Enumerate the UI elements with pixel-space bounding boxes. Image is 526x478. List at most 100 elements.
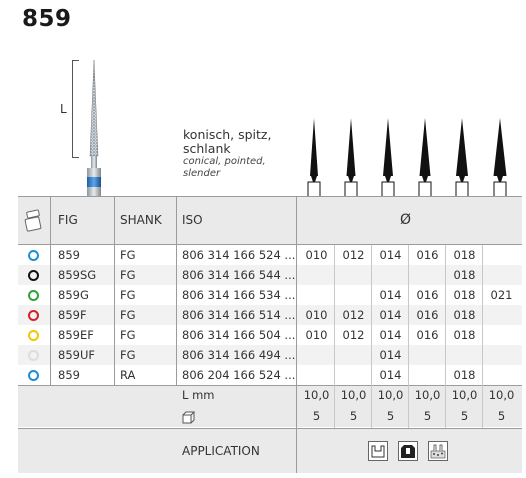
pack-value: 5 xyxy=(349,409,358,423)
bone-icon xyxy=(428,441,448,461)
row-iso: 806 314 166 544 ... xyxy=(182,268,296,282)
length-value: 10,0 xyxy=(451,388,478,402)
product-table: FIG SHANK ISO Ø 859 FG 806 314 166 524 ...… xyxy=(18,196,522,473)
length-value: 10,0 xyxy=(303,388,330,402)
header-divider xyxy=(18,244,522,245)
col-divider-iso xyxy=(296,197,297,473)
length-value: 10,0 xyxy=(340,388,367,402)
ring-color-icon xyxy=(28,290,39,301)
bur-silhouette-3 xyxy=(381,118,395,199)
bur-header-icon xyxy=(24,209,42,237)
row-iso: 806 314 166 534 ... xyxy=(182,288,296,302)
header-fig: FIG xyxy=(58,213,78,227)
shape-description: konisch, spitz, schlank conical, pointed… xyxy=(183,128,271,180)
row-size: 014 xyxy=(379,328,402,342)
row-size: 016 xyxy=(416,328,439,342)
row-size: 014 xyxy=(379,288,402,302)
row-fig: 859F xyxy=(58,308,87,322)
bur-illustration xyxy=(78,58,110,198)
ring-color-icon xyxy=(28,250,39,261)
bur-silhouette-5 xyxy=(455,118,469,199)
pack-value: 5 xyxy=(423,409,432,423)
row-fig: 859 xyxy=(58,248,80,262)
row-fig: 859 xyxy=(58,368,80,382)
col-divider-shank xyxy=(176,197,177,385)
row-shank: FG xyxy=(120,288,136,302)
size-col-divider xyxy=(371,245,372,428)
header-iso: ISO xyxy=(182,213,203,227)
ring-color-icon xyxy=(28,350,39,361)
row-iso: 806 314 166 514 ... xyxy=(182,308,296,322)
table-row: 859UF FG 806 314 166 494 ... 014 xyxy=(18,345,522,365)
row-iso: 806 314 166 494 ... xyxy=(182,348,296,362)
row-shank: FG xyxy=(120,308,136,322)
row-size: 010 xyxy=(305,248,328,262)
row-iso: 806 204 166 524 ... xyxy=(182,368,296,382)
pack-value: 5 xyxy=(497,409,506,423)
table-row: 859EF FG 806 314 166 504 ... 010 012 014 016 01… xyxy=(18,325,522,345)
table-row: 859SG FG 806 314 166 544 ... 018 xyxy=(18,265,522,285)
header-diameter: Ø xyxy=(400,212,412,228)
bur-silhouette-6 xyxy=(493,118,507,199)
row-size: 014 xyxy=(379,248,402,262)
length-label: L xyxy=(60,102,67,116)
row-size: 014 xyxy=(379,348,402,362)
table-row: 859F FG 806 314 166 514 ... 010 012 014 016 018 xyxy=(18,305,522,325)
row-fig: 859SG xyxy=(58,268,97,282)
description-de-line1: konisch, spitz, xyxy=(183,127,272,142)
row-shank: FG xyxy=(120,348,136,362)
row-shank: FG xyxy=(120,328,136,342)
ring-color-icon xyxy=(28,270,39,281)
row-size: 018 xyxy=(453,288,476,302)
box-icon xyxy=(182,409,196,428)
row-shank: FG xyxy=(120,268,136,282)
ring-color-icon xyxy=(28,310,39,321)
size-col-divider xyxy=(408,245,409,428)
size-col-divider xyxy=(445,245,446,428)
row-fig: 859G xyxy=(58,288,89,302)
table-row: 859 FG 806 314 166 524 ... 010 012 014 016 018 xyxy=(18,245,522,265)
row-size: 016 xyxy=(416,288,439,302)
description-de-line2: schlank xyxy=(183,141,231,156)
length-value: 10,0 xyxy=(377,388,404,402)
col-divider-icon xyxy=(50,197,51,385)
row-iso: 806 314 166 524 ... xyxy=(182,248,296,262)
row-size: 012 xyxy=(342,308,365,322)
row-fig: 859EF xyxy=(58,328,94,342)
ring-color-icon xyxy=(28,330,39,341)
length-value: 10,0 xyxy=(414,388,441,402)
row-size: 010 xyxy=(305,308,328,322)
row-size: 014 xyxy=(379,368,402,382)
size-col-divider xyxy=(334,245,335,428)
row-size: 012 xyxy=(342,328,365,342)
size-silhouettes xyxy=(296,118,522,199)
row-size: 018 xyxy=(453,368,476,382)
application-divider xyxy=(18,428,522,429)
pack-value: 5 xyxy=(312,409,321,423)
pack-value: 5 xyxy=(460,409,469,423)
size-col-divider xyxy=(482,245,483,428)
row-size: 018 xyxy=(453,268,476,282)
row-size: 016 xyxy=(416,248,439,262)
row-size: 016 xyxy=(416,308,439,322)
row-size: 018 xyxy=(453,308,476,322)
length-bracket xyxy=(72,60,79,158)
length-row-label: L mm xyxy=(182,388,215,402)
row-size: 021 xyxy=(490,288,513,302)
cavity-icon xyxy=(368,441,388,461)
lower-divider xyxy=(18,385,522,386)
row-iso: 806 314 166 504 ... xyxy=(182,328,296,342)
bur-silhouette-1 xyxy=(307,118,321,199)
model-number: 859 xyxy=(22,6,72,32)
table-header xyxy=(18,197,522,245)
application-label: APPLICATION xyxy=(182,444,260,458)
length-value: 10,0 xyxy=(488,388,515,402)
table-row: 859G FG 806 314 166 534 ... 014 016 018 021 xyxy=(18,285,522,305)
row-size: 018 xyxy=(453,248,476,262)
header-shank: SHANK xyxy=(120,213,162,227)
crown-prep-icon xyxy=(398,441,418,461)
description-en-line2: slender xyxy=(183,168,221,179)
row-size: 012 xyxy=(342,248,365,262)
row-size: 010 xyxy=(305,328,328,342)
row-shank: RA xyxy=(120,368,136,382)
